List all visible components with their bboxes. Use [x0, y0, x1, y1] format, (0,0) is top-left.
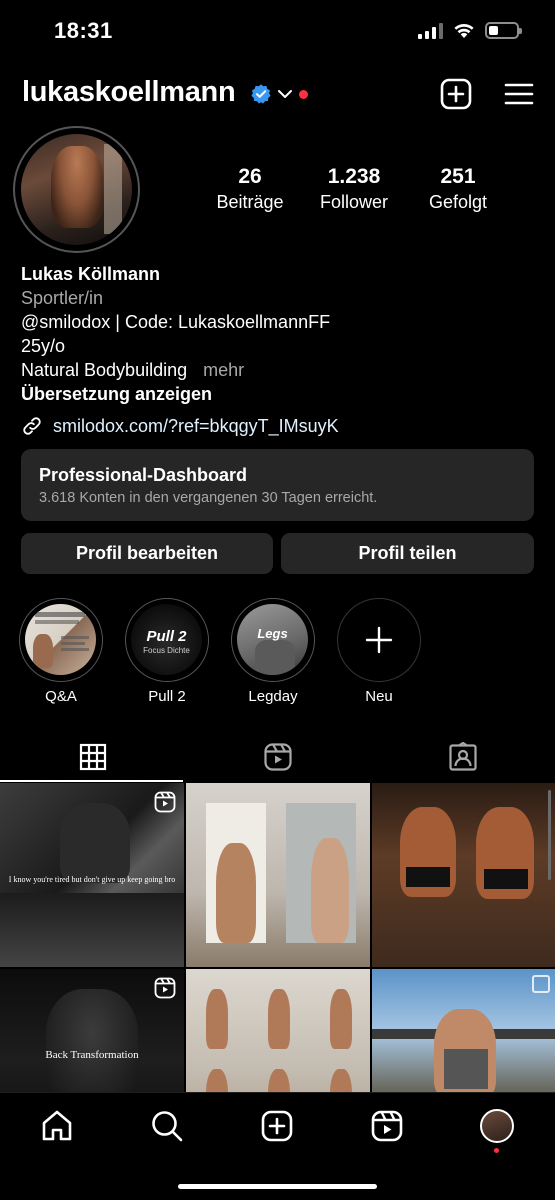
verified-badge-icon [251, 84, 271, 104]
username-title[interactable]: lukaskoellmann [22, 76, 236, 109]
highlight-cover [19, 598, 103, 682]
highlight-label: Legday [248, 688, 298, 705]
wifi-icon [454, 23, 474, 38]
plus-icon [365, 626, 393, 654]
scrollbar[interactable] [548, 790, 551, 880]
bio-line-text: Natural Bodybuilding [21, 360, 188, 380]
posts-label: Beiträge [216, 192, 284, 212]
tab-reels[interactable] [185, 733, 370, 781]
menu-icon[interactable] [503, 78, 535, 110]
dashboard-subtitle: 3.618 Konten in den vergangenen 30 Tagen… [39, 490, 378, 506]
post-thumbnail[interactable]: I know you're tired but don't give up ke… [0, 783, 184, 967]
post-thumbnail[interactable] [186, 783, 370, 967]
profile-tabs [0, 733, 555, 782]
share-profile-button[interactable]: Profil teilen [281, 533, 534, 574]
tab-grid[interactable] [0, 733, 185, 781]
edit-profile-button[interactable]: Profil bearbeiten [21, 533, 273, 574]
battery-icon [485, 22, 522, 39]
stat-posts[interactable]: 26 Beiträge [210, 165, 290, 213]
display-name: Lukas Köllmann [21, 264, 161, 284]
profile-bio: Lukas Köllmann Sportler/in @smilodox | C… [21, 262, 541, 406]
home-indicator [178, 1184, 377, 1189]
post-caption: Back Transformation [45, 1049, 139, 1061]
profile-header: lukaskoellmann [0, 74, 555, 118]
highlight-cover: Pull 2 Focus Dichte [125, 598, 209, 682]
followers-label: Follower [319, 192, 389, 212]
translate-link[interactable]: Übersetzung anzeigen [21, 382, 541, 406]
status-time: 18:31 [54, 18, 113, 43]
tagged-icon [448, 742, 477, 771]
status-bar: 18:31 [0, 0, 555, 62]
following-count: 251 [440, 165, 476, 188]
notification-dot [299, 90, 308, 99]
highlight-cover-text: Pull 2 [146, 628, 187, 645]
create-icon[interactable] [260, 1109, 294, 1143]
highlight-legday[interactable]: Legs Legday [231, 598, 315, 705]
highlight-cover: Legs [231, 598, 315, 682]
active-tab-indicator [0, 780, 183, 782]
profile-avatar[interactable] [480, 1109, 514, 1143]
highlight-cover-subtext: Focus Dichte [143, 646, 190, 655]
posts-count: 26 [238, 165, 262, 188]
battery-level [489, 26, 499, 35]
bio-line: 25y/o [21, 336, 66, 356]
highlight-pull-2[interactable]: Pull 2 Focus Dichte Pull 2 [125, 598, 209, 705]
status-icons [418, 22, 522, 39]
profile-avatar[interactable] [13, 126, 140, 253]
grid-icon [79, 743, 106, 771]
home-icon[interactable] [40, 1109, 74, 1143]
search-icon[interactable] [150, 1109, 184, 1143]
highlight-label: Q&A [45, 688, 77, 705]
highlight-qa[interactable]: Q&A [19, 598, 103, 705]
followers-count: 1.238 [327, 165, 381, 188]
highlight-label: Pull 2 [148, 688, 186, 705]
bio-line-last: Natural Bodybuilding mehr [21, 358, 541, 382]
following-label: Gefolgt [428, 192, 488, 212]
professional-dashboard[interactable]: Professional-Dashboard 3.618 Konten in d… [21, 449, 534, 521]
create-post-icon[interactable] [440, 78, 472, 110]
highlight-new[interactable]: Neu [337, 598, 421, 705]
link-text[interactable]: smilodox.com/?ref=bkqgyT_IMsuyK [53, 416, 339, 437]
highlight-label: Neu [365, 688, 393, 705]
reel-badge-icon [154, 977, 176, 999]
tab-tagged[interactable] [370, 733, 555, 781]
link-icon [23, 417, 41, 435]
profile-category: Sportler/in [21, 288, 104, 308]
reels-icon [263, 743, 292, 771]
notification-dot [494, 1148, 499, 1153]
reel-badge-icon [154, 791, 176, 813]
new-highlight-cover [337, 598, 421, 682]
more-link[interactable]: mehr [203, 360, 244, 380]
post-caption: I know you're tired but don't give up ke… [8, 875, 176, 884]
post-thumbnail[interactable] [372, 783, 555, 967]
reels-icon[interactable] [370, 1109, 404, 1143]
profile-link[interactable]: smilodox.com/?ref=bkqgyT_IMsuyK [21, 415, 339, 437]
highlight-cover-text: Legs [257, 626, 288, 641]
stat-following[interactable]: 251 Gefolgt [418, 165, 498, 213]
cellular-signal-icon [418, 22, 443, 39]
chevron-down-icon[interactable] [277, 86, 293, 102]
stat-followers[interactable]: 1.238 Follower [310, 165, 398, 213]
bio-line[interactable]: @smilodox | Code: LukaskoellmannFF [21, 310, 541, 334]
dashboard-title: Professional-Dashboard [39, 465, 248, 485]
avatar-photo [21, 134, 132, 245]
